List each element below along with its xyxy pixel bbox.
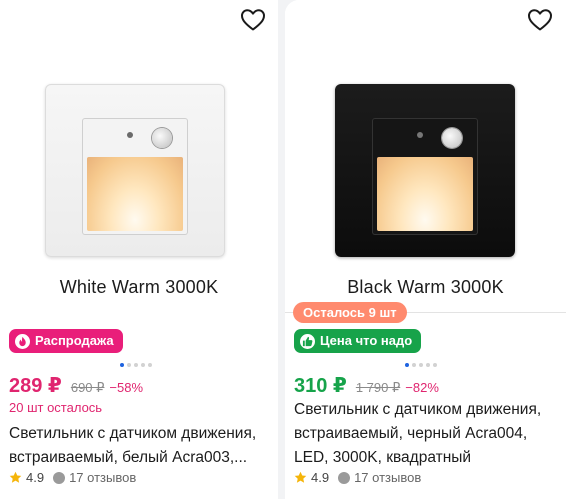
chat-bubble-icon [53, 471, 66, 484]
price-row: 289 ₽ 690 ₽ −58% [9, 373, 143, 398]
badge-label: Распродажа [35, 333, 114, 348]
stock-left-badge: Осталось 9 шт [293, 302, 407, 323]
pagination-dot[interactable] [433, 363, 437, 367]
image-pagination[interactable] [120, 363, 152, 367]
light-fixture-black [335, 84, 515, 257]
rating-value: 4.9 [311, 470, 330, 485]
product-title[interactable]: Светильник с датчиком движения, встраива… [294, 398, 541, 470]
current-price: 310 ₽ [294, 375, 347, 397]
price-row: 310 ₽ 1 790 ₽ −82% [294, 373, 439, 398]
pagination-dot[interactable] [134, 363, 138, 367]
pagination-dot[interactable] [120, 363, 124, 367]
fire-icon [15, 333, 30, 349]
product-image[interactable]: White Warm 3000K [0, 0, 278, 318]
discount-percent: −58% [109, 380, 144, 395]
discount-percent: −82% [405, 380, 439, 395]
title-line: LED, 3000K, квадратный [294, 449, 472, 466]
pagination-dot[interactable] [426, 363, 430, 367]
pagination-dot[interactable] [405, 363, 409, 367]
image-pagination[interactable] [405, 363, 437, 367]
variant-label: White Warm 3000K [59, 277, 219, 297]
current-price: 289 ₽ [9, 375, 62, 397]
heart-outline-icon[interactable] [240, 8, 266, 32]
chat-bubble-icon [338, 471, 351, 484]
stock-count: 20 шт осталось [9, 400, 103, 415]
title-line: Светильник с датчиком движения, [9, 425, 257, 442]
badge-label: Цена что надо [320, 333, 413, 348]
reviews-count[interactable]: 17 отзывов [354, 470, 421, 485]
title-line: встраиваемый, черный Acra004, [294, 425, 528, 442]
pagination-dot[interactable] [127, 363, 131, 367]
star-icon [294, 471, 307, 483]
product-image[interactable]: Black Warm 3000K [285, 0, 566, 318]
sale-badge[interactable]: Распродажа [9, 329, 123, 353]
star-icon [9, 471, 22, 483]
title-line: встраиваемый, белый Acra003,... [9, 449, 248, 466]
rating-row[interactable]: 4.9 17 отзывов [9, 470, 136, 485]
rating-row[interactable]: 4.9 17 отзывов [294, 470, 421, 485]
good-price-badge[interactable]: Цена что надо [294, 329, 422, 353]
heart-outline-icon[interactable] [527, 8, 553, 32]
pagination-dot[interactable] [419, 363, 423, 367]
old-price: 1 790 ₽ [355, 380, 401, 395]
pagination-dot[interactable] [141, 363, 145, 367]
variant-label: Black Warm 3000K [347, 277, 504, 297]
product-title[interactable]: Светильник с датчиком движения, встраива… [9, 422, 256, 470]
pagination-dot[interactable] [148, 363, 152, 367]
rating-value: 4.9 [26, 470, 45, 485]
reviews-count[interactable]: 17 отзывов [69, 470, 136, 485]
thumbs-up-icon [300, 333, 315, 349]
light-fixture-white [45, 84, 225, 257]
title-line: Светильник с датчиком движения, [294, 401, 542, 418]
product-card[interactable]: White Warm 3000K Распродажа 289 ₽ 690 ₽ … [0, 0, 278, 499]
pagination-dot[interactable] [412, 363, 416, 367]
old-price: 690 ₽ [70, 380, 105, 395]
product-card[interactable]: Black Warm 3000K Осталось 9 шт Цена что … [285, 0, 566, 499]
